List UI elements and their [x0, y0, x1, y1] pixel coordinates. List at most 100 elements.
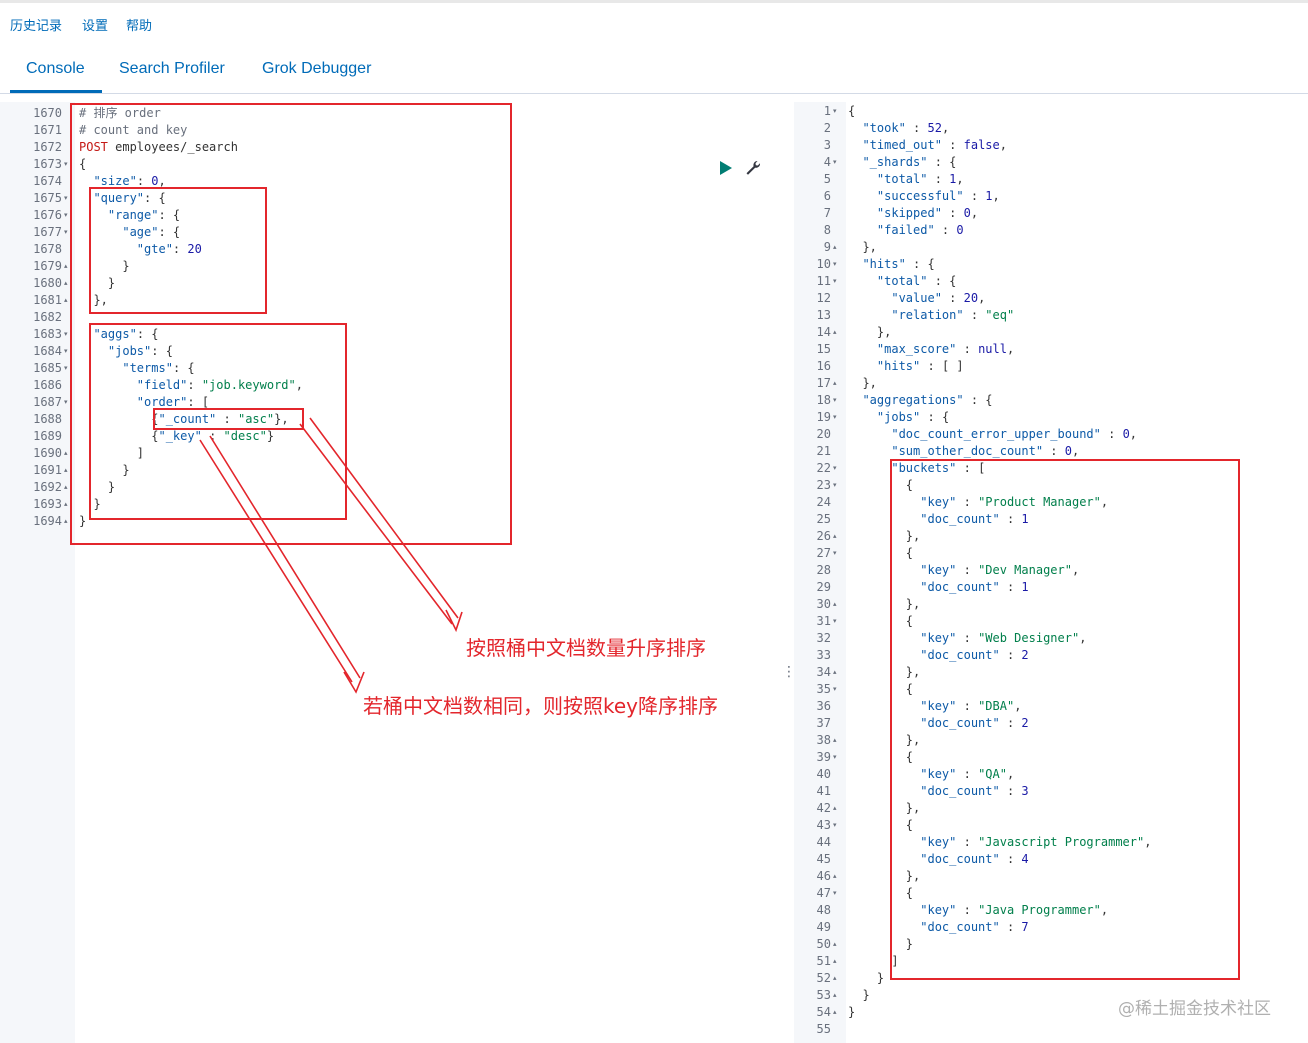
fold-open-icon[interactable]: ▾: [64, 207, 68, 224]
fold-open-icon[interactable]: ▾: [833, 477, 837, 494]
line-number: 4: [823, 155, 831, 169]
code-token: null: [978, 342, 1007, 356]
tab-console[interactable]: Console: [26, 60, 85, 78]
fold-open-icon[interactable]: ▾: [64, 224, 68, 241]
fold-open-icon[interactable]: ▾: [833, 392, 837, 409]
line-number: 41: [816, 784, 831, 798]
vertical-dots-icon[interactable]: ⋮: [782, 662, 796, 682]
fold-open-icon[interactable]: ▾: [833, 103, 837, 120]
code-token: "jobs": [876, 410, 921, 424]
line-number: 1677: [33, 225, 62, 239]
code-token: : {: [927, 274, 957, 288]
line-number: 36: [816, 699, 831, 713]
line-number: 1694: [33, 514, 62, 528]
code-token: }: [848, 971, 885, 985]
code-token: ,: [978, 291, 986, 305]
tab-search-profiler[interactable]: Search Profiler: [119, 60, 225, 78]
fold-close-icon[interactable]: ▴: [833, 953, 837, 970]
fold-close-icon[interactable]: ▴: [833, 596, 837, 613]
fold-open-icon[interactable]: ▾: [833, 613, 837, 630]
tab-grok-debugger[interactable]: Grok Debugger: [262, 60, 371, 78]
code-line: "sum_other_doc_count" : 0,: [848, 443, 1079, 460]
watermark: @稀土掘金技术社区: [1118, 999, 1271, 1019]
line-number: 39: [816, 750, 831, 764]
line-number: 1675: [33, 191, 62, 205]
fold-close-icon[interactable]: ▴: [64, 445, 68, 462]
fold-close-icon[interactable]: ▴: [64, 479, 68, 496]
line-number: 1680: [33, 276, 62, 290]
code-token: "_shards": [862, 155, 928, 169]
fold-close-icon[interactable]: ▴: [64, 292, 68, 309]
fold-open-icon[interactable]: ▾: [64, 156, 68, 173]
fold-open-icon[interactable]: ▾: [64, 326, 68, 343]
code-line: "hits" : [ ]: [848, 358, 964, 375]
code-line: "value" : 20,: [848, 290, 985, 307]
fold-open-icon[interactable]: ▾: [64, 190, 68, 207]
fold-close-icon[interactable]: ▴: [833, 375, 837, 392]
fold-close-icon[interactable]: ▴: [833, 528, 837, 545]
fold-close-icon[interactable]: ▴: [833, 1004, 837, 1021]
code-line: },: [848, 375, 877, 392]
fold-close-icon[interactable]: ▴: [64, 496, 68, 513]
fold-open-icon[interactable]: ▾: [833, 409, 837, 426]
line-number: 47: [816, 886, 831, 900]
fold-open-icon[interactable]: ▾: [833, 273, 837, 290]
fold-open-icon[interactable]: ▾: [833, 256, 837, 273]
code-token: 0: [1122, 427, 1130, 441]
line-number: 27: [816, 546, 831, 560]
code-token: },: [848, 376, 877, 390]
fold-close-icon[interactable]: ▴: [833, 324, 837, 341]
fold-close-icon[interactable]: ▴: [833, 239, 837, 256]
menu-help[interactable]: 帮助: [126, 15, 152, 34]
fold-open-icon[interactable]: ▾: [64, 394, 68, 411]
menu-settings[interactable]: 设置: [82, 15, 108, 34]
code-token: "eq": [985, 308, 1015, 322]
fold-close-icon[interactable]: ▴: [833, 664, 837, 681]
fold-close-icon[interactable]: ▴: [833, 936, 837, 953]
code-token: "relation": [891, 308, 964, 322]
annotation-text-asc: 按照桶中文档数量升序排序: [466, 636, 706, 660]
fold-open-icon[interactable]: ▾: [833, 681, 837, 698]
menu-history[interactable]: 历史记录: [10, 15, 62, 34]
code-token: "skipped": [876, 206, 942, 220]
fold-close-icon[interactable]: ▴: [64, 258, 68, 275]
fold-close-icon[interactable]: ▴: [833, 868, 837, 885]
fold-open-icon[interactable]: ▾: [833, 885, 837, 902]
wrench-icon[interactable]: [744, 159, 762, 177]
code-token: "max_score": [876, 342, 957, 356]
code-token: : {: [905, 257, 935, 271]
play-icon[interactable]: [720, 161, 732, 175]
code-token: ,: [1129, 427, 1138, 441]
line-number: 1686: [33, 378, 62, 392]
fold-close-icon[interactable]: ▴: [833, 970, 837, 987]
fold-open-icon[interactable]: ▾: [833, 460, 837, 477]
fold-close-icon[interactable]: ▴: [64, 275, 68, 292]
line-number: 2: [823, 121, 831, 135]
fold-open-icon[interactable]: ▾: [833, 154, 837, 171]
line-number: 40: [816, 767, 831, 781]
code-token: : {: [927, 155, 957, 169]
fold-close-icon[interactable]: ▴: [833, 987, 837, 1004]
fold-open-icon[interactable]: ▾: [833, 817, 837, 834]
fold-close-icon[interactable]: ▴: [833, 732, 837, 749]
line-number: 1: [823, 104, 831, 118]
line-number: 23: [816, 478, 831, 492]
line-number: 1676: [33, 208, 62, 222]
fold-open-icon[interactable]: ▾: [64, 360, 68, 377]
line-number: 24: [816, 495, 831, 509]
code-line: "_shards" : {: [848, 154, 956, 171]
line-number: 28: [816, 563, 831, 577]
fold-close-icon[interactable]: ▴: [64, 513, 68, 530]
fold-close-icon[interactable]: ▴: [64, 462, 68, 479]
fold-open-icon[interactable]: ▾: [833, 545, 837, 562]
fold-open-icon[interactable]: ▾: [833, 749, 837, 766]
line-number: 10: [816, 257, 831, 271]
fold-close-icon[interactable]: ▴: [833, 800, 837, 817]
fold-open-icon[interactable]: ▾: [64, 343, 68, 360]
